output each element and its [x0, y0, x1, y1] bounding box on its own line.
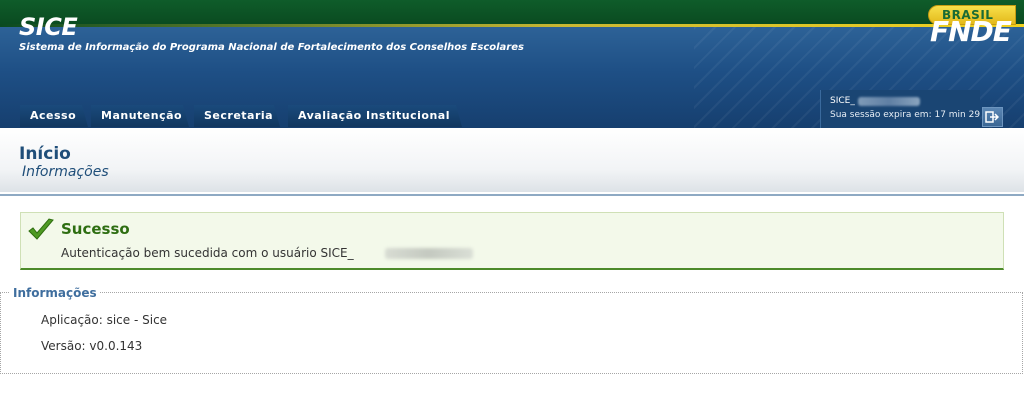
tab-avaliacao-institucional[interactable]: Avaliação Institucional — [288, 105, 462, 127]
tab-label: Avaliação Institucional — [298, 109, 450, 122]
checkmark-icon — [28, 218, 54, 240]
application-info: Aplicação: sice - Sice — [41, 313, 168, 327]
page-title: Início — [19, 144, 71, 164]
version-info: Versão: v0.0.143 — [41, 339, 143, 353]
tab-label: Acesso — [30, 109, 77, 122]
success-title: Sucesso — [61, 220, 130, 238]
gov-top-bar — [0, 0, 1024, 26]
tab-manutencao[interactable]: Manutenção — [91, 105, 189, 127]
page-subtitle: Informações — [22, 164, 109, 180]
tab-label: Secretaria — [204, 109, 274, 122]
session-user-redacted — [858, 97, 920, 106]
info-fieldset — [0, 292, 1023, 374]
session-expire-text: Sua sessão expira em: 17 min 29 — [830, 110, 981, 120]
page-heading-area — [0, 128, 1024, 192]
tab-secretaria[interactable]: Secretaria — [194, 105, 280, 127]
info-legend: Informações — [10, 286, 100, 300]
app-subtitle: Sistema de Informação do Programa Nacion… — [19, 42, 524, 53]
tab-label: Manutenção — [101, 109, 183, 122]
session-user: SICE_ — [830, 96, 855, 106]
success-message: Autenticação bem sucedida com o usuário … — [61, 246, 354, 260]
success-message-box — [20, 212, 1004, 270]
fnde-logo: FNDE — [930, 15, 1012, 48]
app-title: SICE — [19, 13, 78, 41]
logout-icon[interactable] — [985, 111, 999, 123]
tab-acesso[interactable]: Acesso — [20, 105, 88, 127]
heading-divider — [0, 194, 1024, 196]
success-user-redacted — [385, 248, 473, 259]
